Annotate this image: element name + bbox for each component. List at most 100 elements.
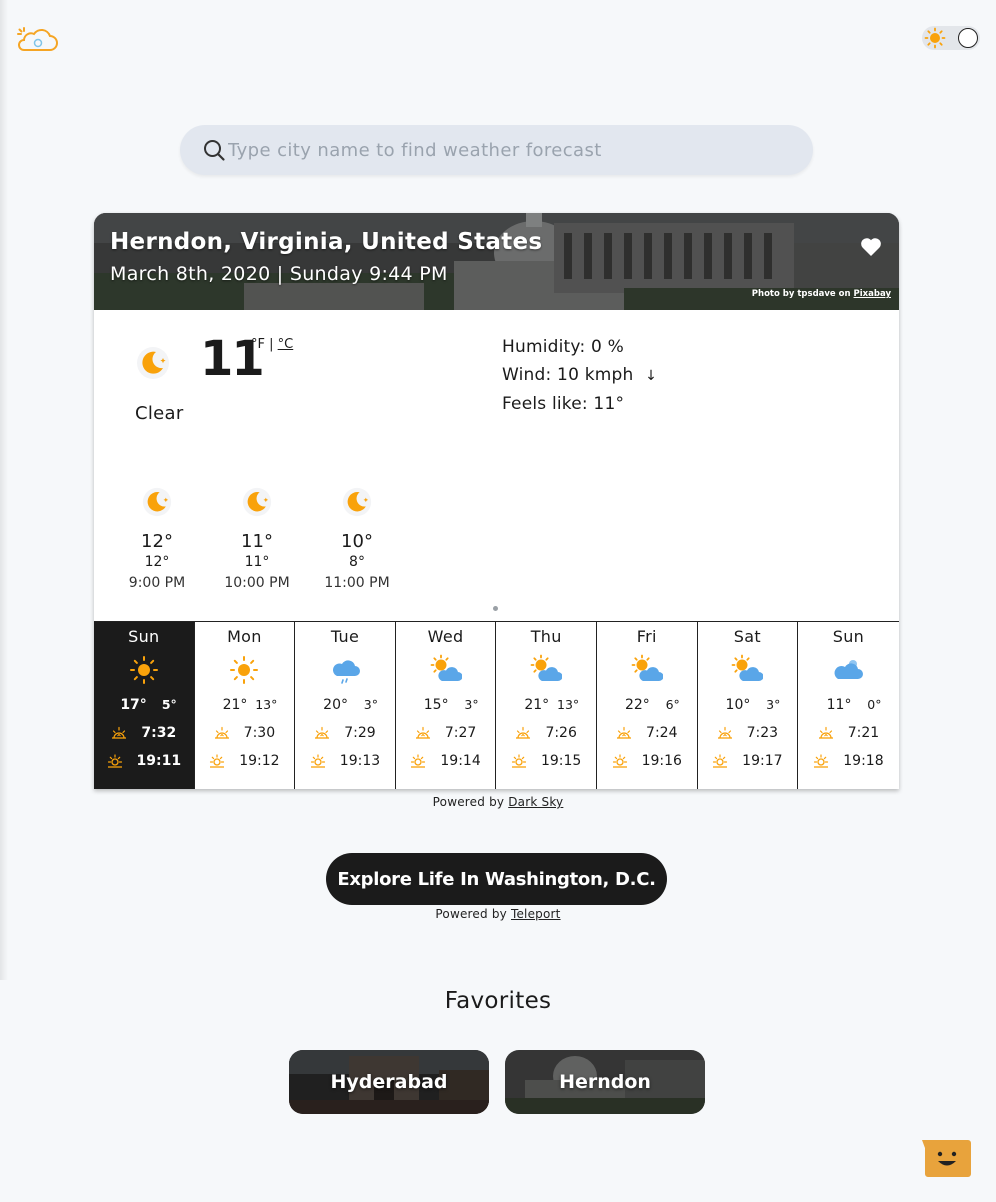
favorite-heart-icon[interactable] (860, 237, 882, 257)
day-name: Sat (733, 627, 761, 646)
day-mon-1[interactable]: Mon 21° 13° 7:30 19:12 (194, 622, 296, 789)
day-temps: 21° 13° (496, 697, 596, 719)
day-temps: 11° 0° (798, 697, 899, 719)
hourly-item: 12° 12° 9:00 PM (112, 487, 202, 595)
sunrise-icon (112, 726, 127, 739)
day-sun-7[interactable]: Sun 11° 0° 7:21 19:18 (798, 622, 899, 789)
sunset-time: 19:12 (239, 753, 280, 769)
sunrise-time: 7:24 (646, 725, 678, 741)
sunrise-row: 7:23 (698, 719, 798, 747)
day-low: 13° (557, 697, 580, 712)
sunset-time: 19:11 (136, 753, 182, 769)
unit-celsius[interactable]: °C (278, 337, 294, 352)
explore-city-button[interactable]: Explore Life In Washington, D.C. (326, 853, 667, 905)
chat-widget-icon[interactable] (918, 1138, 972, 1178)
sunset-time: 19:14 (440, 753, 481, 769)
day-thu-4[interactable]: Thu 21° 13° 7:26 19:15 (496, 622, 597, 789)
day-wed-3[interactable]: Wed 15° 3° 7:27 19:14 (395, 622, 497, 789)
sunrise-icon (516, 726, 531, 739)
day-high: 10° (725, 697, 751, 713)
pixabay-link[interactable]: Pixabay (854, 289, 891, 299)
day-high: 21° (524, 697, 550, 713)
sunrise-icon (214, 726, 229, 739)
cloud-sun-logo-icon[interactable] (16, 26, 60, 56)
day-temps: 21° 13° (195, 697, 295, 719)
feels-like: Feels like: 11° (502, 394, 625, 414)
sunset-row: 19:17 (698, 747, 798, 775)
day-sun-0[interactable]: Sun 17° 5° 7:32 19:11 (94, 622, 195, 789)
sunset-row: 19:11 (94, 747, 194, 775)
day-name: Wed (427, 627, 464, 646)
sunset-time: 19:15 (540, 753, 582, 769)
teleport-link[interactable]: Teleport (511, 907, 561, 921)
partly-cloudy-icon (430, 654, 462, 681)
cloudy-icon (835, 660, 864, 679)
sunset-row: 19:12 (195, 747, 295, 775)
hourly-time: 9:00 PM (128, 575, 186, 591)
sunny-icon (230, 656, 259, 684)
day-name: Fri (636, 627, 657, 646)
day-name: Tue (330, 627, 360, 646)
partly-cloudy-icon (631, 654, 663, 681)
sunny-icon (129, 656, 158, 684)
clear-night-icon (242, 487, 272, 517)
sunrise-time: 7:27 (444, 725, 477, 741)
sunset-time: 19:17 (742, 753, 783, 769)
day-high: 20° (323, 697, 348, 713)
search-input[interactable] (228, 125, 788, 175)
wind-direction-arrow-icon: ↓ (645, 368, 658, 384)
hourly-time: 10:00 PM (224, 575, 290, 591)
day-name: Sun (128, 627, 160, 646)
day-low: 3° (766, 697, 781, 712)
favorite-name: Hyderabad (330, 1071, 448, 1093)
search-icon (204, 140, 225, 161)
wind: Wind: 10 kmph (502, 365, 634, 385)
day-low: 5° (161, 697, 177, 712)
sunset-icon (310, 754, 325, 768)
day-tue-2[interactable]: Tue 20° 3° 7:29 19:13 (295, 622, 396, 789)
favorite-hyderabad[interactable]: Hyderabad (289, 1050, 489, 1114)
hourly-feels: 11° (244, 554, 270, 570)
weather-card: Herndon, Virginia, United States March 8… (94, 213, 899, 789)
clear-night-icon (342, 487, 372, 517)
day-temps: 22° 6° (597, 697, 697, 719)
sunrise-row: 7:24 (597, 719, 697, 747)
sun-icon (924, 27, 946, 49)
favorite-herndon[interactable]: Herndon (505, 1050, 705, 1114)
sunset-icon (411, 754, 426, 768)
day-sat-6[interactable]: Sat 10° 3° 7:23 19:17 (697, 622, 799, 789)
current-details: Humidity: 0 % Wind: 10 kmph ↓ Feels like… (502, 333, 657, 418)
day-temps: 10° 3° (698, 697, 798, 719)
day-high: 21° (222, 697, 248, 713)
unit-fahrenheit[interactable]: °F (251, 337, 265, 352)
darksky-link[interactable]: Dark Sky (508, 795, 563, 809)
powered-by-text: Powered by (432, 795, 505, 809)
sunset-icon (612, 754, 627, 768)
day-high: 15° (423, 697, 449, 713)
daily-forecast: Sun 17° 5° 7:32 19:11 Mon 21° 13° 7:30 19:12 Tue 20… (94, 621, 899, 789)
photo-credit: Photo by tpsdave on Pixabay (752, 289, 891, 299)
day-fri-5[interactable]: Fri 22° 6° 7:24 19:16 (596, 622, 698, 789)
hourly-feels: 12° (144, 554, 170, 570)
theme-toggle[interactable] (922, 26, 980, 50)
day-low: 6° (665, 697, 680, 712)
day-temps: 15° 3° (396, 697, 496, 719)
hourly-time: 11:00 PM (324, 575, 390, 591)
current-summary: Clear (135, 403, 184, 424)
sunrise-row: 7:29 (295, 719, 395, 747)
sunrise-icon (315, 726, 330, 739)
sunrise-row: 7:26 (496, 719, 596, 747)
sunset-row: 19:13 (295, 747, 395, 775)
sunrise-icon (818, 726, 833, 739)
favorite-name: Herndon (559, 1071, 651, 1093)
favorites-title: Favorites (444, 988, 552, 1014)
sunrise-time: 7:21 (847, 725, 880, 741)
day-low: 3° (363, 697, 378, 712)
sunrise-icon (717, 726, 732, 739)
clear-night-icon (142, 487, 172, 517)
sunset-time: 19:13 (339, 753, 381, 769)
sunrise-row: 7:32 (94, 719, 194, 747)
sunrise-time: 7:26 (545, 725, 577, 741)
carousel-dot[interactable] (493, 606, 498, 611)
sunrise-row: 7:21 (798, 719, 899, 747)
